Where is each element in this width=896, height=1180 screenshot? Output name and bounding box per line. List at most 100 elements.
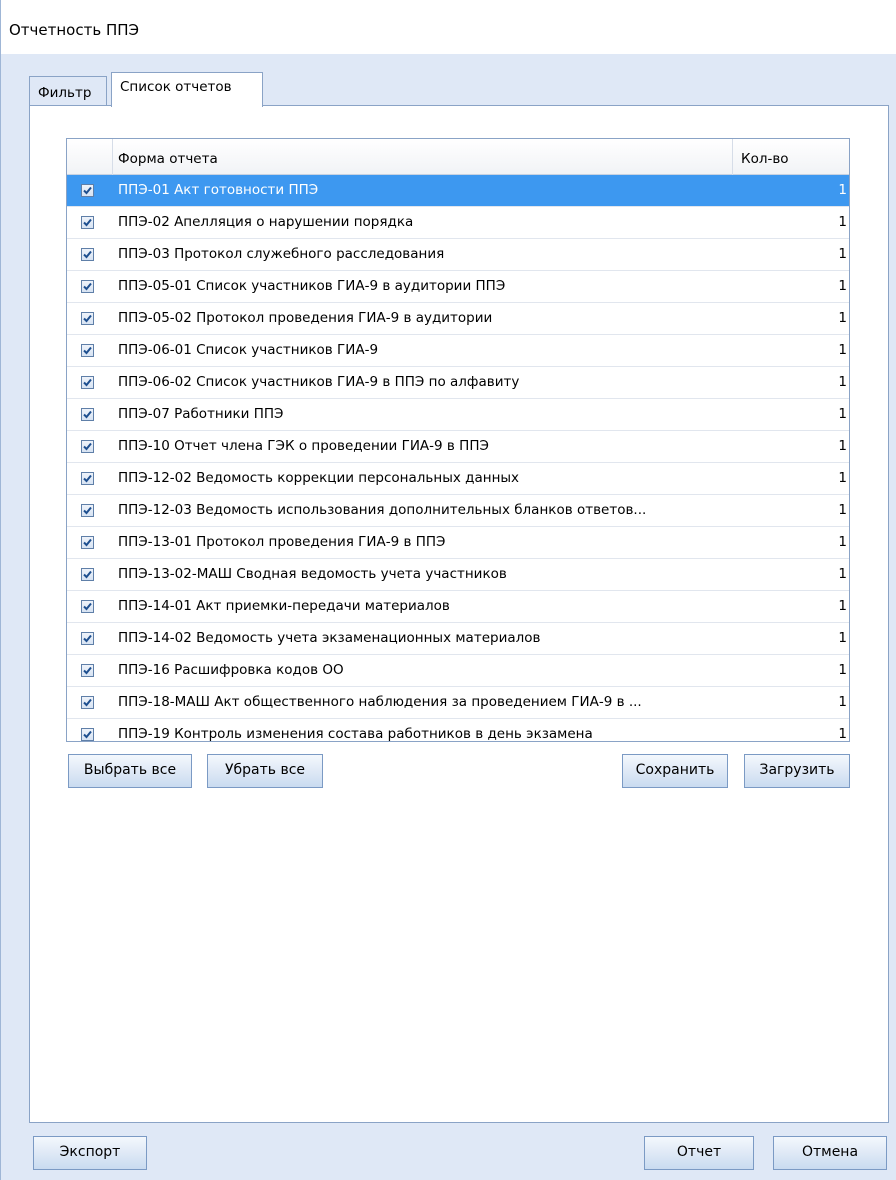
check-icon bbox=[83, 218, 92, 227]
report-quantity[interactable]: 1 bbox=[838, 598, 847, 614]
tab-report-list[interactable]: Список отчетов bbox=[111, 72, 263, 107]
row-checkbox[interactable] bbox=[81, 568, 94, 581]
report-quantity[interactable]: 1 bbox=[838, 182, 847, 198]
row-checkbox[interactable] bbox=[81, 440, 94, 453]
report-quantity[interactable]: 1 bbox=[838, 246, 847, 262]
header-quantity[interactable]: Кол-во bbox=[733, 139, 849, 175]
report-name: ППЭ-02 Апелляция о нарушении порядка bbox=[118, 214, 414, 230]
row-checkbox[interactable] bbox=[81, 280, 94, 293]
row-checkbox[interactable] bbox=[81, 632, 94, 645]
check-icon bbox=[83, 634, 92, 643]
report-list-panel: Форма отчета Кол-во ППЭ-01 Акт готовност… bbox=[29, 105, 889, 1123]
report-name: ППЭ-05-01 Список участников ГИА-9 в ауди… bbox=[118, 278, 506, 294]
report-quantity[interactable]: 1 bbox=[838, 566, 847, 582]
table-row[interactable]: ППЭ-18-МАШ Акт общественного наблюдения … bbox=[67, 687, 849, 719]
report-name: ППЭ-19 Контроль изменения состава работн… bbox=[118, 726, 593, 742]
grid-header: Форма отчета Кол-во bbox=[67, 139, 849, 175]
row-checkbox[interactable] bbox=[81, 696, 94, 709]
report-name: ППЭ-14-01 Акт приемки-передачи материало… bbox=[118, 598, 450, 614]
report-quantity[interactable]: 1 bbox=[838, 502, 847, 518]
report-name: ППЭ-07 Работники ППЭ bbox=[118, 406, 284, 422]
report-quantity[interactable]: 1 bbox=[838, 662, 847, 678]
report-name: ППЭ-14-02 Ведомость учета экзаменационны… bbox=[118, 630, 541, 646]
report-quantity[interactable]: 1 bbox=[838, 342, 847, 358]
report-name: ППЭ-13-02-МАШ Сводная ведомость учета уч… bbox=[118, 566, 507, 582]
check-icon bbox=[83, 442, 92, 451]
table-row[interactable]: ППЭ-03 Протокол служебного расследования… bbox=[67, 239, 849, 271]
table-row[interactable]: ППЭ-01 Акт готовности ППЭ 1 bbox=[67, 175, 849, 207]
table-row[interactable]: ППЭ-19 Контроль изменения состава работн… bbox=[67, 719, 849, 742]
window-title: Отчетность ППЭ bbox=[9, 21, 139, 39]
table-row[interactable]: ППЭ-07 Работники ППЭ 1 bbox=[67, 399, 849, 431]
row-checkbox[interactable] bbox=[81, 504, 94, 517]
table-row[interactable]: ППЭ-05-02 Протокол проведения ГИА-9 в ау… bbox=[67, 303, 849, 335]
check-icon bbox=[83, 314, 92, 323]
row-checkbox[interactable] bbox=[81, 376, 94, 389]
report-quantity[interactable]: 1 bbox=[838, 374, 847, 390]
table-row[interactable]: ППЭ-12-02 Ведомость коррекции персональн… bbox=[67, 463, 849, 495]
report-quantity[interactable]: 1 bbox=[838, 534, 847, 550]
check-icon bbox=[83, 346, 92, 355]
report-quantity[interactable]: 1 bbox=[838, 278, 847, 294]
select-all-button[interactable]: Выбрать все bbox=[68, 754, 192, 788]
row-checkbox[interactable] bbox=[81, 536, 94, 549]
check-icon bbox=[83, 282, 92, 291]
row-checkbox[interactable] bbox=[81, 408, 94, 421]
report-name: ППЭ-16 Расшифровка кодов ОО bbox=[118, 662, 344, 678]
report-quantity[interactable]: 1 bbox=[838, 726, 847, 741]
deselect-all-button[interactable]: Убрать все bbox=[207, 754, 323, 788]
load-button[interactable]: Загрузить bbox=[744, 754, 850, 788]
report-quantity[interactable]: 1 bbox=[838, 438, 847, 454]
check-icon bbox=[83, 378, 92, 387]
report-name: ППЭ-06-02 Список участников ГИА-9 в ППЭ … bbox=[118, 374, 520, 390]
table-row[interactable]: ППЭ-14-01 Акт приемки-передачи материало… bbox=[67, 591, 849, 623]
report-button[interactable]: Отчет bbox=[644, 1136, 754, 1170]
table-row[interactable]: ППЭ-14-02 Ведомость учета экзаменационны… bbox=[67, 623, 849, 655]
report-name: ППЭ-18-МАШ Акт общественного наблюдения … bbox=[118, 694, 642, 710]
table-row[interactable]: ППЭ-12-03 Ведомость использования дополн… bbox=[67, 495, 849, 527]
export-button[interactable]: Экспорт bbox=[33, 1136, 147, 1170]
table-row[interactable]: ППЭ-06-02 Список участников ГИА-9 в ППЭ … bbox=[67, 367, 849, 399]
save-button[interactable]: Сохранить bbox=[622, 754, 728, 788]
row-checkbox[interactable] bbox=[81, 344, 94, 357]
report-quantity[interactable]: 1 bbox=[838, 214, 847, 230]
check-icon bbox=[83, 730, 92, 739]
tab-strip: Фильтр Список отчетов bbox=[29, 72, 889, 107]
report-name: ППЭ-12-03 Ведомость использования дополн… bbox=[118, 502, 647, 518]
report-quantity[interactable]: 1 bbox=[838, 406, 847, 422]
report-name: ППЭ-03 Протокол служебного расследования bbox=[118, 246, 445, 262]
check-icon bbox=[83, 570, 92, 579]
check-icon bbox=[83, 186, 92, 195]
check-icon bbox=[83, 410, 92, 419]
check-icon bbox=[83, 250, 92, 259]
table-row[interactable]: ППЭ-06-01 Список участников ГИА-9 1 bbox=[67, 335, 849, 367]
report-name: ППЭ-12-02 Ведомость коррекции персональн… bbox=[118, 470, 520, 486]
check-icon bbox=[83, 474, 92, 483]
check-icon bbox=[83, 698, 92, 707]
header-checkbox-column[interactable] bbox=[67, 139, 113, 175]
row-checkbox[interactable] bbox=[81, 312, 94, 325]
table-row[interactable]: ППЭ-13-01 Протокол проведения ГИА-9 в ПП… bbox=[67, 527, 849, 559]
check-icon bbox=[83, 602, 92, 611]
report-name: ППЭ-10 Отчет члена ГЭК о проведении ГИА-… bbox=[118, 438, 489, 454]
report-quantity[interactable]: 1 bbox=[838, 470, 847, 486]
row-checkbox[interactable] bbox=[81, 184, 94, 197]
table-row[interactable]: ППЭ-10 Отчет члена ГЭК о проведении ГИА-… bbox=[67, 431, 849, 463]
row-checkbox[interactable] bbox=[81, 248, 94, 261]
check-icon bbox=[83, 506, 92, 515]
cancel-button[interactable]: Отмена bbox=[773, 1136, 887, 1170]
row-checkbox[interactable] bbox=[81, 664, 94, 677]
row-checkbox[interactable] bbox=[81, 600, 94, 613]
row-checkbox[interactable] bbox=[81, 216, 94, 229]
report-quantity[interactable]: 1 bbox=[838, 630, 847, 646]
table-row[interactable]: ППЭ-02 Апелляция о нарушении порядка 1 bbox=[67, 207, 849, 239]
row-checkbox[interactable] bbox=[81, 472, 94, 485]
tab-filter[interactable]: Фильтр bbox=[29, 76, 107, 106]
row-checkbox[interactable] bbox=[81, 728, 94, 741]
table-row[interactable]: ППЭ-16 Расшифровка кодов ОО 1 bbox=[67, 655, 849, 687]
report-quantity[interactable]: 1 bbox=[838, 310, 847, 326]
table-row[interactable]: ППЭ-05-01 Список участников ГИА-9 в ауди… bbox=[67, 271, 849, 303]
table-row[interactable]: ППЭ-13-02-МАШ Сводная ведомость учета уч… bbox=[67, 559, 849, 591]
report-quantity[interactable]: 1 bbox=[838, 694, 847, 710]
header-report-form[interactable]: Форма отчета bbox=[113, 139, 733, 175]
